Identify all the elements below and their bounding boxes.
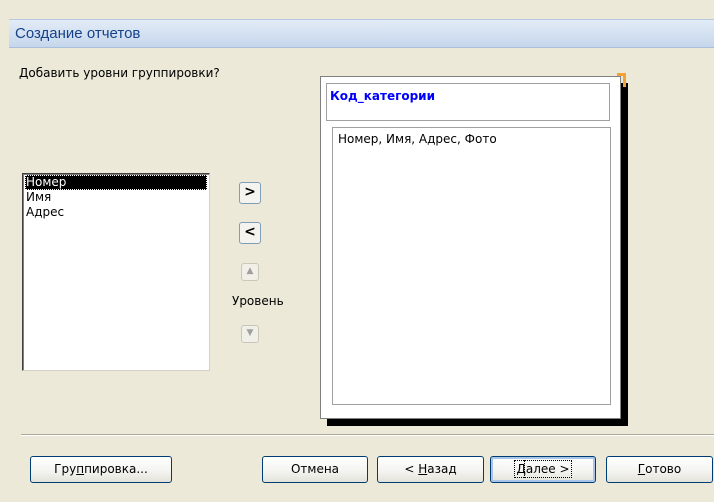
- finish-button-label: Готово: [637, 462, 682, 476]
- add-group-level-button[interactable]: >: [239, 182, 261, 204]
- field-item-address[interactable]: Адрес: [23, 205, 209, 220]
- preview-detail-fields: Номер, Имя, Адрес, Фото: [338, 132, 497, 146]
- grouping-options-button[interactable]: Группировка...: [30, 456, 172, 483]
- grouping-prompt: Добавить уровни группировки?: [19, 66, 220, 80]
- remove-group-level-button[interactable]: <: [239, 222, 261, 244]
- preview-corner-mark: [617, 73, 626, 87]
- field-item-number[interactable]: Номер: [25, 175, 207, 190]
- grouping-button-label: Группировка...: [54, 462, 148, 476]
- preview-group-field: Код_категории: [330, 89, 435, 103]
- arrow-down-icon: ▼: [246, 328, 254, 338]
- next-button[interactable]: Далее >: [490, 456, 596, 483]
- cancel-button[interactable]: Отмена: [262, 456, 368, 483]
- field-item-name[interactable]: Имя: [23, 190, 209, 205]
- report-wizard-window: Создание отчетов Добавить уровни группир…: [0, 0, 714, 502]
- cancel-button-label: Отмена: [290, 462, 340, 476]
- preview-group-header: Код_категории: [326, 83, 610, 121]
- preview-detail-section: Номер, Имя, Адрес, Фото: [332, 127, 611, 405]
- fields-listbox[interactable]: Номер Имя Адрес: [22, 173, 210, 371]
- priority-up-button[interactable]: ▲: [241, 263, 259, 281]
- footer-separator: [21, 434, 714, 436]
- title-bar: Создание отчетов: [9, 19, 714, 48]
- level-label: Уровень: [232, 294, 284, 308]
- priority-down-button[interactable]: ▼: [241, 325, 259, 343]
- arrow-up-icon: ▲: [246, 266, 254, 276]
- back-button-label: < Назад: [404, 462, 457, 476]
- window-title: Создание отчетов: [15, 25, 141, 42]
- back-button[interactable]: < Назад: [377, 456, 484, 483]
- finish-button[interactable]: Готово: [606, 456, 713, 483]
- next-button-label: Далее >: [514, 460, 572, 478]
